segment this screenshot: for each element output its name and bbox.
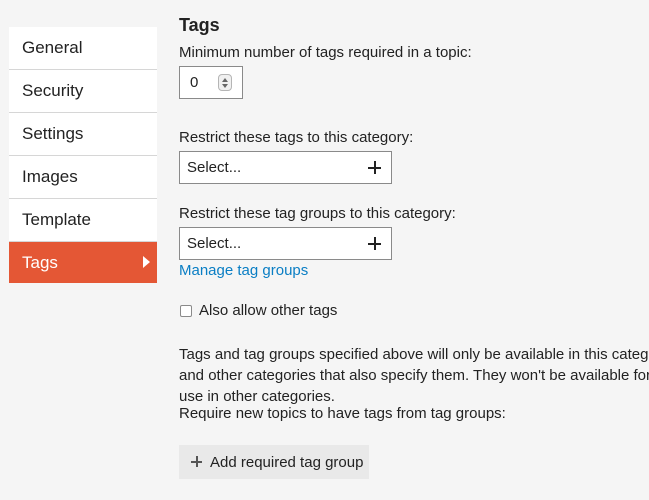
restrict-groups-placeholder: Select...: [187, 235, 242, 252]
sidebar-item-settings[interactable]: Settings: [9, 113, 157, 156]
sidebar-item-label: Security: [22, 81, 84, 100]
sidebar-nav: General Security Settings Images Templat…: [9, 27, 157, 283]
plus-icon: [368, 161, 381, 174]
restrict-groups-select[interactable]: Select...: [179, 227, 392, 260]
manage-tag-groups-link[interactable]: Manage tag groups: [179, 262, 308, 279]
sidebar-item-tags[interactable]: Tags: [9, 242, 157, 283]
restrict-tags-select[interactable]: Select...: [179, 151, 392, 184]
add-button-label: Add required tag group: [210, 454, 364, 471]
sidebar-item-security[interactable]: Security: [9, 70, 157, 113]
sidebar-item-label: General: [22, 38, 83, 57]
plus-icon: [191, 456, 202, 467]
plus-icon: [368, 237, 381, 250]
allow-other-tags-checkbox[interactable]: [180, 305, 192, 317]
min-tags-label: Minimum number of tags required in a top…: [179, 44, 472, 61]
sidebar-item-label: Tags: [22, 253, 58, 272]
require-tags-label: Require new topics to have tags from tag…: [179, 405, 506, 422]
tags-info-text: Tags and tag groups specified above will…: [179, 346, 649, 405]
sidebar-item-general[interactable]: General: [9, 27, 157, 70]
sidebar-item-template[interactable]: Template: [9, 199, 157, 242]
allow-other-tags-label[interactable]: Also allow other tags: [199, 302, 337, 319]
restrict-tags-placeholder: Select...: [187, 159, 242, 176]
sidebar-item-label: Images: [22, 167, 78, 186]
sidebar-item-label: Settings: [22, 124, 84, 143]
min-tags-value: 0: [190, 74, 199, 91]
chevron-right-icon: [143, 256, 150, 268]
category-settings-page: General Security Settings Images Templat…: [0, 0, 649, 500]
restrict-groups-label: Restrict these tag groups to this catego…: [179, 205, 456, 222]
spinner-down-icon[interactable]: [222, 84, 228, 88]
section-title: Tags: [179, 15, 220, 35]
number-spinner[interactable]: [218, 74, 232, 91]
min-tags-input[interactable]: 0: [179, 66, 243, 99]
spinner-up-icon[interactable]: [222, 78, 228, 82]
sidebar-item-label: Template: [22, 210, 91, 229]
restrict-tags-label: Restrict these tags to this category:: [179, 129, 414, 146]
sidebar-item-images[interactable]: Images: [9, 156, 157, 199]
add-required-tag-group-button[interactable]: Add required tag group: [179, 445, 369, 479]
